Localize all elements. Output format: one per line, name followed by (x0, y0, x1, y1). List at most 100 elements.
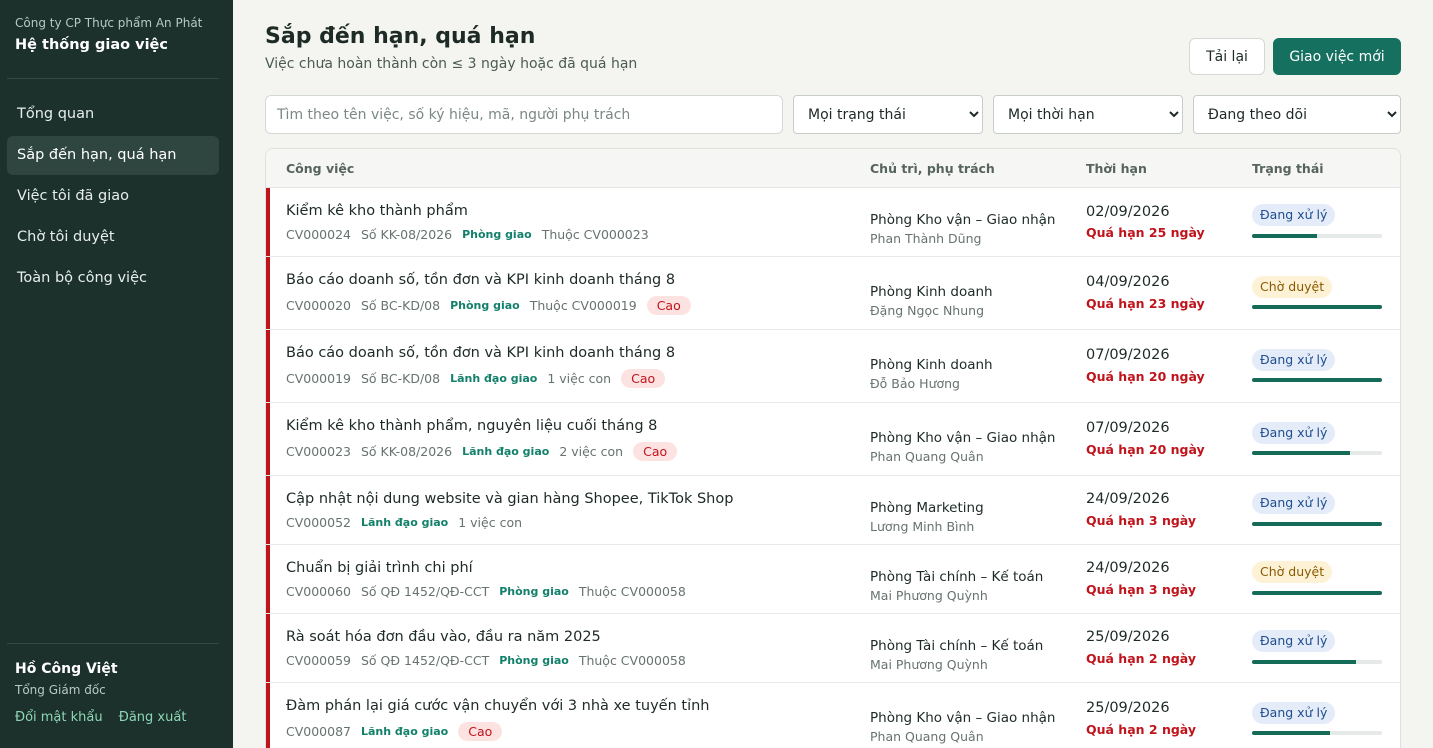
owner-department: Phòng Kho vận – Giao nhận (870, 430, 1056, 446)
sidebar-item-4[interactable]: Chờ tôi duyệt (7, 218, 219, 257)
app-title: Hệ thống giao việc (15, 37, 168, 53)
owner-department: Phòng Kinh doanh (870, 357, 993, 373)
task-title[interactable]: Kiểm kê kho thành phẩm (286, 203, 468, 219)
deadline-date: 04/09/2026 (1086, 274, 1170, 290)
sidebar-item-1[interactable]: Tổng quan (7, 95, 219, 134)
task-relation: 1 việc con (547, 371, 612, 386)
deadline-filter-select[interactable]: Mọi thời hạn (993, 95, 1183, 134)
status-filter-select[interactable]: Mọi trạng thái (793, 95, 983, 134)
assign-source-tag: Lãnh đạo giao (361, 725, 449, 738)
company-name: Công ty CP Thực phẩm An Phát (15, 16, 203, 30)
status-badge: Chờ duyệt (1252, 561, 1333, 583)
overdue-indicator (266, 330, 270, 402)
user-name: Hồ Công Việt (15, 661, 118, 677)
status-badge: Đang xử lý (1252, 204, 1336, 226)
table-row[interactable]: Rà soát hóa đơn đầu vào, đầu ra năm 2025… (266, 614, 1400, 683)
overdue-label: Quá hạn 25 ngày (1086, 225, 1205, 240)
overdue-label: Quá hạn 23 ngày (1086, 296, 1205, 311)
owner-department: Phòng Kho vận – Giao nhận (870, 710, 1056, 726)
change-password-link[interactable]: Đổi mật khẩu (15, 710, 103, 725)
progress-bar (1252, 591, 1382, 595)
sidebar: Công ty CP Thực phẩm An Phát Hệ thống gi… (0, 0, 233, 748)
table-row[interactable]: Chuẩn bị giải trình chi phí CV000060 Số QĐ… (266, 545, 1400, 614)
overdue-label: Quá hạn 20 ngày (1086, 369, 1205, 384)
assign-source-tag: Lãnh đạo giao (361, 516, 449, 529)
task-meta: CV000059 Số QĐ 1452/QĐ-CCT Phòng giao Thuộc… (286, 653, 696, 668)
task-code: CV000024 (286, 227, 351, 242)
overdue-indicator (266, 257, 270, 329)
task-code: CV000020 (286, 298, 351, 313)
owner-department: Phòng Tài chính – Kế toán (870, 638, 1044, 654)
task-title[interactable]: Kiểm kê kho thành phẩm, nguyên liệu cuối… (286, 418, 657, 434)
reload-button[interactable]: Tải lại (1189, 38, 1265, 75)
status-badge: Đang xử lý (1252, 492, 1336, 514)
task-meta: CV000019 Số BC-KD/08 Lãnh đạo giao 1 việc c… (286, 369, 675, 388)
progress-fill (1252, 378, 1382, 382)
priority-badge: Cao (458, 722, 503, 741)
table-row[interactable]: Đàm phán lại giá cước vận chuyển với 3 n… (266, 683, 1400, 748)
task-title[interactable]: Báo cáo doanh số, tồn đơn và KPI kinh do… (286, 272, 675, 288)
owner-department: Phòng Tài chính – Kế toán (870, 569, 1044, 585)
table-row[interactable]: Báo cáo doanh số, tồn đơn và KPI kinh do… (266, 257, 1400, 330)
deadline-date: 07/09/2026 (1086, 420, 1170, 436)
task-meta: CV000024 Số KK-08/2026 Phòng giao Thuộc CV0… (286, 227, 659, 242)
sidebar-item-2[interactable]: Sắp đến hạn, quá hạn (7, 136, 219, 175)
progress-fill (1252, 731, 1330, 735)
page-subtitle: Việc chưa hoàn thành còn ≤ 3 ngày hoặc đ… (265, 56, 638, 72)
column-header-task: Công việc (286, 161, 355, 176)
user-role: Tổng Giám đốc (15, 683, 106, 697)
task-meta: CV000020 Số BC-KD/08 Phòng giao Thuộc CV000… (286, 296, 701, 315)
progress-bar (1252, 234, 1382, 238)
progress-fill (1252, 451, 1350, 455)
task-meta: CV000023 Số KK-08/2026 Lãnh đạo giao 2 việc… (286, 442, 687, 461)
task-title[interactable]: Rà soát hóa đơn đầu vào, đầu ra năm 2025 (286, 629, 601, 645)
progress-bar (1252, 451, 1382, 455)
status-badge: Đang xử lý (1252, 702, 1336, 724)
task-code: CV000060 (286, 584, 351, 599)
priority-badge: Cao (633, 442, 678, 461)
deadline-date: 07/09/2026 (1086, 347, 1170, 363)
assign-source-tag: Phòng giao (462, 228, 532, 241)
task-title[interactable]: Cập nhật nội dung website và gian hàng S… (286, 491, 733, 507)
task-code: Số QĐ 1452/QĐ-CCT (361, 653, 490, 668)
sidebar-item-3[interactable]: Việc tôi đã giao (7, 177, 219, 216)
overdue-label: Quá hạn 3 ngày (1086, 582, 1196, 597)
progress-bar (1252, 731, 1382, 735)
task-code: CV000052 (286, 515, 351, 530)
overdue-indicator (266, 545, 270, 613)
deadline-date: 02/09/2026 (1086, 204, 1170, 220)
logout-link[interactable]: Đăng xuất (119, 710, 187, 725)
task-title[interactable]: Đàm phán lại giá cước vận chuyển với 3 n… (286, 698, 709, 714)
task-code: Số QĐ 1452/QĐ-CCT (361, 584, 490, 599)
table-row[interactable]: Kiểm kê kho thành phẩm, nguyên liệu cuối… (266, 403, 1400, 476)
task-code: Số BC-KD/08 (361, 298, 441, 313)
overdue-label: Quá hạn 2 ngày (1086, 651, 1196, 666)
task-meta: CV000060 Số QĐ 1452/QĐ-CCT Phòng giao Thuộc… (286, 584, 696, 599)
table-row[interactable]: Cập nhật nội dung website và gian hàng S… (266, 476, 1400, 545)
task-title[interactable]: Chuẩn bị giải trình chi phí (286, 560, 473, 576)
progress-fill (1252, 660, 1356, 664)
progress-bar (1252, 522, 1382, 526)
column-header-status: Trạng thái (1252, 161, 1324, 176)
table-row[interactable]: Kiểm kê kho thành phẩm CV000024 Số KK-08/2… (266, 188, 1400, 257)
assign-source-tag: Phòng giao (499, 654, 569, 667)
progress-fill (1252, 591, 1382, 595)
task-relation: Thuộc CV000019 (529, 298, 637, 313)
overdue-label: Quá hạn 2 ngày (1086, 722, 1196, 737)
new-task-button[interactable]: Giao việc mới (1273, 38, 1401, 75)
table-row[interactable]: Báo cáo doanh số, tồn đơn và KPI kinh do… (266, 330, 1400, 403)
overdue-indicator (266, 614, 270, 682)
owner-person: Đỗ Bảo Hương (870, 376, 960, 391)
owner-department: Phòng Kho vận – Giao nhận (870, 212, 1056, 228)
progress-fill (1252, 234, 1317, 238)
progress-bar (1252, 305, 1382, 309)
task-table: Công việc Chủ trì, phụ trách Thời hạn Tr… (265, 148, 1401, 748)
search-input[interactable] (265, 95, 783, 134)
deadline-date: 25/09/2026 (1086, 629, 1170, 645)
sidebar-nav: Tổng quan Sắp đến hạn, quá hạn Việc tôi đã… (7, 95, 219, 300)
sidebar-item-5[interactable]: Toàn bộ công việc (7, 259, 219, 298)
follow-filter-select[interactable]: Đang theo dõi (1193, 95, 1401, 134)
progress-bar (1252, 378, 1382, 382)
assign-source-tag: Phòng giao (450, 299, 520, 312)
task-title[interactable]: Báo cáo doanh số, tồn đơn và KPI kinh do… (286, 345, 675, 361)
